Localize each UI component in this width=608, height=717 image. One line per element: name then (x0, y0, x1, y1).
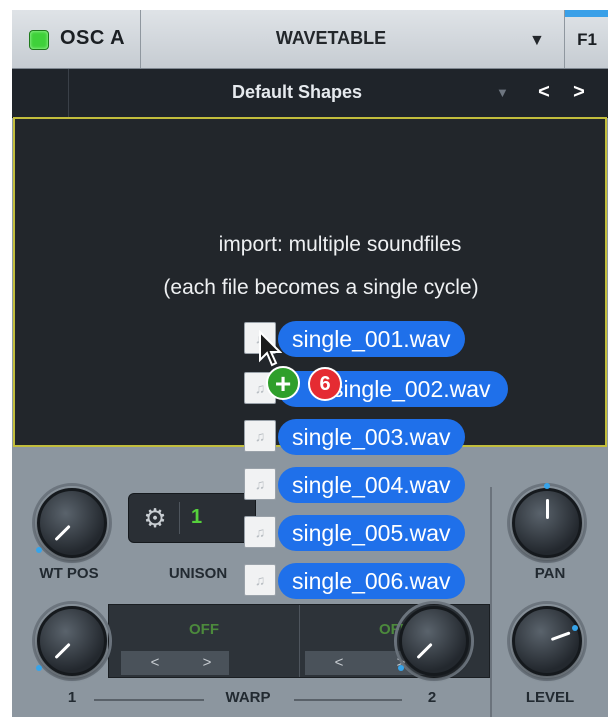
divider (68, 69, 69, 117)
osc-section: OSC A (12, 10, 141, 68)
warp-1-mode[interactable]: OFF (134, 621, 274, 638)
audio-file-icon: ♫ (244, 516, 276, 548)
audio-file-icon: ♫ (244, 564, 276, 596)
pan-knob[interactable] (512, 488, 582, 558)
level-label: LEVEL (525, 689, 575, 706)
unison-control[interactable]: ⚙ 1 (128, 493, 256, 543)
drag-count-badge: 6 (308, 367, 342, 401)
knob-pointer (54, 642, 71, 660)
add-copy-icon: + (266, 366, 300, 400)
wavetable-name: WAVETABLE (275, 28, 387, 48)
warp-1-prev-button[interactable]: < (135, 651, 175, 675)
filter-routing-button[interactable]: F1 (564, 10, 608, 68)
filter-button-label: F1 (577, 30, 597, 49)
knob-value-marker (398, 665, 404, 671)
import-hint-line-1: import: multiple soundfiles (218, 233, 462, 256)
dragged-file: single_005.wav (278, 515, 465, 551)
import-hint-line-2: (each file becomes a single cycle) (163, 276, 479, 299)
pan-label: PAN (534, 565, 566, 582)
dragged-file: single_006.wav (278, 563, 465, 599)
knob-pointer (416, 642, 433, 660)
warp-1-knob[interactable] (37, 606, 107, 676)
unison-label: UNISON (168, 565, 228, 582)
dragged-file: single_004.wav (278, 467, 465, 503)
knob-value-marker (36, 665, 42, 671)
warp-1-arrows: < > (121, 651, 229, 675)
wt-pos-label: WT POS (39, 565, 99, 582)
dragged-file: single_003.wav (278, 419, 465, 455)
divider (94, 699, 204, 701)
knob-value-marker (544, 483, 550, 489)
knob-value-marker (36, 547, 42, 553)
dragged-file: single_001.wav (278, 321, 465, 357)
warp-label: WARP (225, 689, 271, 706)
divider (299, 605, 300, 677)
wavetable-browser-bar: Default Shapes ▼ < > (12, 69, 608, 118)
warp-2-knob[interactable] (399, 606, 469, 676)
mouse-cursor-icon (259, 330, 282, 367)
wavetable-category[interactable]: Default Shapes (142, 82, 452, 103)
previous-wavetable-button[interactable]: < (533, 81, 555, 104)
knob-pointer (54, 524, 71, 542)
knob-pointer (550, 631, 571, 642)
osc-label: OSC A (60, 27, 126, 49)
warp-1-next-button[interactable]: > (187, 651, 227, 675)
knob-pointer (546, 499, 549, 519)
level-knob[interactable] (512, 606, 582, 676)
wt-pos-knob[interactable] (37, 488, 107, 558)
warp-1-number: 1 (67, 689, 77, 706)
audio-file-icon: ♫ (244, 420, 276, 452)
chevron-down-icon[interactable]: ▼ (496, 85, 509, 100)
unison-value[interactable]: 1 (191, 506, 202, 529)
oscillator-panel: OSC A WAVETABLE ▼ F1 Default Shapes ▼ < … (12, 10, 608, 717)
warp-2-number: 2 (427, 689, 437, 706)
divider (294, 699, 402, 701)
divider (490, 487, 492, 717)
next-wavetable-button[interactable]: > (568, 81, 590, 104)
gear-icon[interactable]: ⚙ (141, 504, 169, 532)
divider (179, 502, 180, 534)
chevron-down-icon[interactable]: ▼ (529, 32, 545, 50)
audio-file-icon: ♫ (244, 468, 276, 500)
warp-2-prev-button[interactable]: < (319, 651, 359, 675)
osc-header: OSC A WAVETABLE ▼ F1 (12, 10, 608, 69)
osc-enable-toggle[interactable] (29, 30, 49, 50)
wavetable-selector[interactable]: WAVETABLE ▼ (141, 10, 563, 68)
knob-value-marker (572, 625, 578, 631)
filter-indicator (565, 10, 608, 17)
